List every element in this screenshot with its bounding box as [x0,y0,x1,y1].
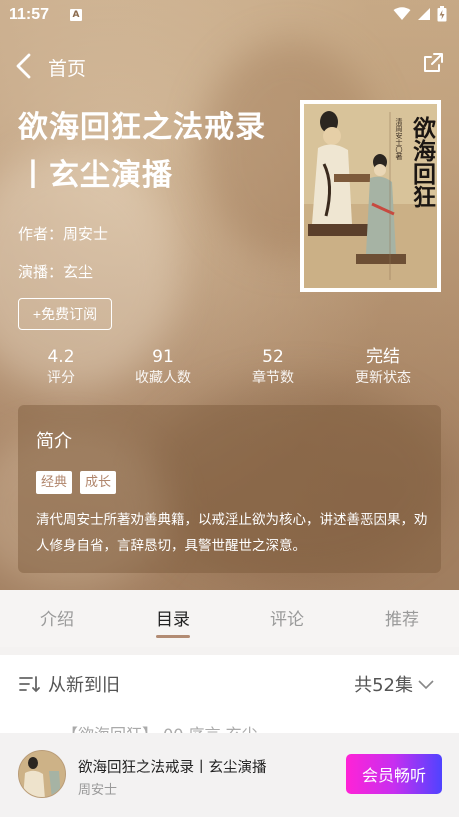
share-icon[interactable] [421,51,445,75]
tag-growth[interactable]: 成长 [80,471,117,494]
signal-icon [418,8,430,20]
stat-rating: 4.2 评分 [16,346,106,388]
subscribe-button[interactable]: +免费订阅 [18,298,112,330]
status-bar: 11:57 A [0,0,459,32]
book-narrator: 演播：玄尘 [18,263,94,281]
stat-value: 4.2 [47,347,75,367]
wifi-icon [393,7,411,20]
stat-chapters: 52 章节数 [228,346,318,388]
book-stats: 4.2 评分 91 收藏人数 52 章节数 完结 更新状态 [0,346,459,390]
cover-author-note: 清周安士〇著 [395,117,403,161]
episode-count-label: 共52集 [354,675,413,696]
stat-label: 更新状态 [355,370,411,386]
battery-icon [437,6,447,22]
tab-catalog[interactable]: 目录 [133,605,213,630]
stat-value: 91 [152,347,174,367]
chevron-down-icon [418,680,434,690]
cover-calligraphy: 欲海回狂 [409,115,438,208]
notification-icon: A [70,9,82,21]
status-time: 11:57 [9,6,50,23]
tab-intro[interactable]: 介绍 [17,605,97,630]
sort-icon [19,676,40,693]
sort-toggle[interactable]: 从新到旧 [18,671,120,697]
cover-artwork: 清周安士〇著 欲海回狂 [304,104,437,288]
stat-value: 完结 [366,347,400,367]
player-thumbnail [18,750,66,798]
intro-description: 清代周安士所著劝善典籍，以戒淫止欲为核心，讲述善恶因果，劝人修身自省，言辞恳切，… [36,512,428,554]
tab-comments[interactable]: 评论 [247,605,327,630]
player-title: 欲海回狂之法戒录丨玄尘演播 [78,760,267,776]
intro-heading: 简介 [36,431,72,452]
player-author: 周安士 [78,783,118,798]
book-cover[interactable]: 清周安士〇著 欲海回狂 [300,100,441,292]
mini-player[interactable]: 欲海回狂之法戒录丨玄尘演播 周安士 会员畅听 [0,733,459,817]
intro-card: 简介 经典 成长 清代周安士所著劝善典籍，以戒淫止欲为核心，讲述善恶因果，劝人修… [18,405,441,573]
stat-label: 章节数 [252,370,294,386]
stat-update-status: 完结 更新状态 [338,346,428,388]
top-navigation: 首页 [0,46,459,86]
book-title: 欲海回狂之法戒录丨玄尘演播 [18,110,266,193]
vip-listen-button[interactable]: 会员畅听 [346,754,442,794]
episode-count-selector[interactable]: 共52集 [354,671,435,697]
back-label[interactable]: 首页 [48,54,86,81]
stat-value: 52 [262,347,284,367]
active-tab-indicator [156,635,190,638]
tag-classic[interactable]: 经典 [36,471,73,494]
tab-recommend[interactable]: 推荐 [362,605,442,630]
tab-bar: 介绍 目录 评论 推荐 [0,590,459,647]
back-arrow-icon[interactable] [12,52,36,80]
stat-label: 收藏人数 [135,370,191,386]
stat-label: 评分 [47,370,75,386]
system-icons [393,6,447,22]
sort-label: 从新到旧 [48,675,120,696]
stat-favorites: 91 收藏人数 [118,346,208,388]
book-author: 作者：周安士 [18,225,109,243]
